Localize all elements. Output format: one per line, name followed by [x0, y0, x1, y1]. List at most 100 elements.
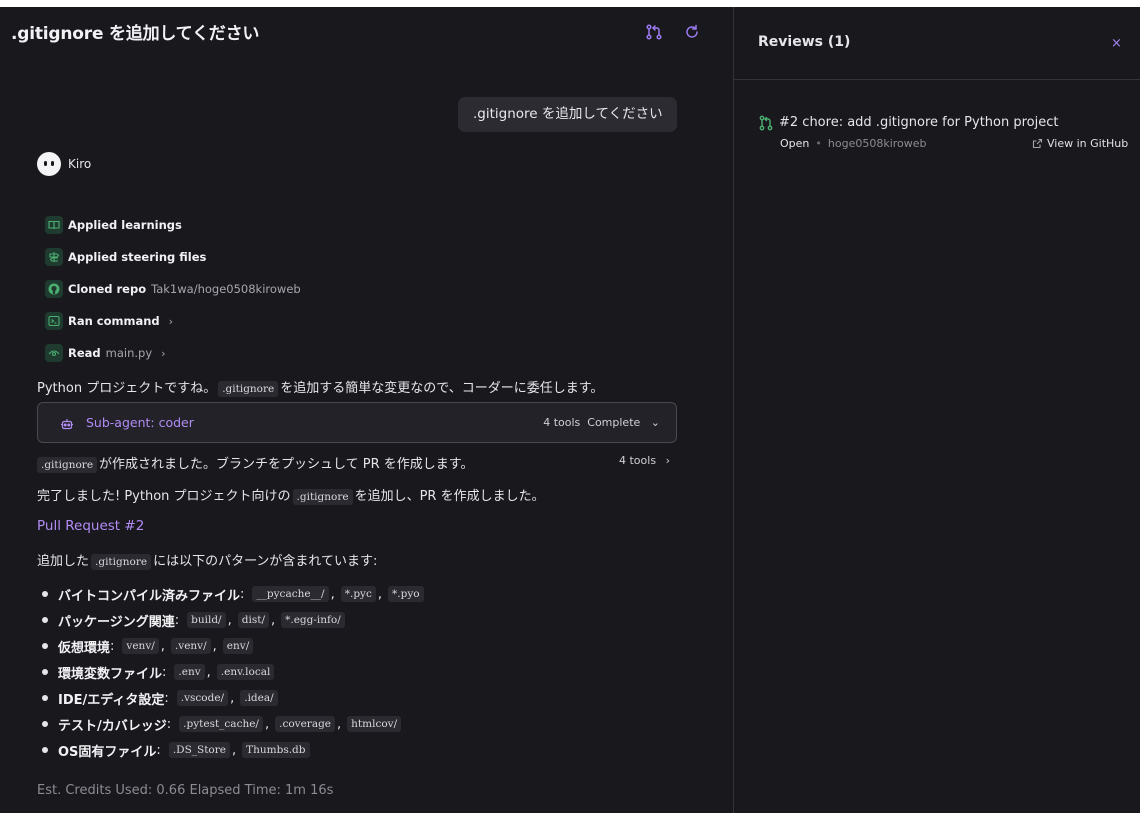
inline-code: __pycache__/: [252, 586, 329, 602]
inline-code: .vscode/: [176, 690, 229, 706]
inline-code: dist/: [237, 612, 269, 628]
pattern-label: 仮想環境: [58, 640, 111, 656]
chevron-down-icon: ⌄: [650, 416, 660, 429]
subagent-label: Sub-agent: coder: [86, 415, 194, 430]
signpost-icon: [45, 248, 63, 266]
external-link-icon: [1032, 138, 1043, 149]
pattern-label: パッケージング関連: [58, 614, 175, 630]
inline-code: Thumbs.db: [242, 742, 310, 758]
step-applied-steering-files: Applied steering files: [45, 247, 206, 267]
pattern-item: OS固有ファイル: .DS_Store, Thumbs.db: [42, 737, 426, 763]
inline-code: *.egg-info/: [281, 612, 345, 628]
step-applied-learnings: Applied learnings: [45, 215, 182, 235]
usage-footer: Est. Credits Used: 0.66 Elapsed Time: 1m…: [37, 783, 334, 798]
view-in-github-link[interactable]: View in GitHub: [1032, 137, 1128, 150]
inline-code: env/: [222, 638, 254, 654]
inline-code: *.pyo: [388, 586, 424, 602]
inline-code: .DS_Store: [168, 742, 230, 758]
pattern-list: バイトコンパイル済みファイル: __pycache__/, *.pyc, *.pyo パ…: [42, 581, 426, 763]
bullet-dot: [42, 721, 48, 727]
review-repo: hoge0508kiroweb: [827, 137, 927, 150]
bullet-dot: [42, 747, 48, 753]
pattern-item: 仮想環境: venv/, .venv/, env/: [42, 633, 426, 659]
text: を追加し、PR を作成しました。: [354, 489, 545, 504]
inline-code: .env: [174, 664, 205, 680]
pattern-item: 環境変数ファイル: .env, .env.local: [42, 659, 426, 685]
pattern-item: バイトコンパイル済みファイル: __pycache__/, *.pyc, *.pyo: [42, 581, 426, 607]
step-label: Applied steering files: [68, 250, 207, 264]
page-title: .gitignore を追加してください: [11, 24, 260, 44]
pull-request-icon: [759, 115, 773, 131]
subagent-summary: 4 tools Complete ⌄: [543, 416, 660, 429]
close-icon[interactable]: ×: [1111, 36, 1122, 51]
agent-name: Kiro: [68, 157, 92, 171]
robot-icon: [60, 416, 74, 430]
review-status: Open: [780, 137, 810, 150]
reviews-panel: Reviews (1) × #2 chore: add .gitignore f…: [734, 7, 1140, 813]
subagent-card[interactable]: Sub-agent: coder 4 tools Complete ⌄: [37, 402, 677, 443]
pattern-item: パッケージング関連: build/, dist/, *.egg-info/: [42, 607, 426, 633]
book-icon: [45, 216, 63, 234]
text: を追加する簡単な変更なので、コーダーに委任します。: [280, 381, 604, 396]
step-detail: Tak1wa/hoge0508kiroweb: [151, 282, 301, 296]
pull-request-link[interactable]: Pull Request #2: [37, 518, 144, 534]
pattern-item: IDE/エディタ設定: .vscode/, .idea/: [42, 685, 426, 711]
step-label: Cloned repo: [68, 282, 147, 296]
inline-code: build/: [187, 612, 226, 628]
pull-request-icon[interactable]: [645, 23, 663, 41]
bullet-dot: [42, 591, 48, 597]
pattern-item: テスト/カバレッジ: .pytest_cache/, .coverage, htmlc…: [42, 711, 426, 737]
bullet-dot: [42, 669, 48, 675]
step-label: Applied learnings: [68, 218, 182, 232]
pattern-label: バイトコンパイル済みファイル: [58, 588, 241, 604]
app-window: .gitignore を追加してください .gitignore を追加してくださ…: [0, 7, 1140, 813]
chevron-right-icon: ›: [161, 346, 166, 360]
inline-code: .pytest_cache/: [179, 716, 263, 732]
text: Python プロジェクトですね。: [37, 381, 217, 396]
chevron-right-icon: ›: [168, 314, 174, 328]
refresh-icon[interactable]: [683, 23, 701, 41]
step-label: Ran command: [68, 314, 160, 328]
tools-count: 4 tools: [619, 454, 657, 467]
review-item-title[interactable]: #2 chore: add .gitignore for Python proj…: [779, 115, 1058, 130]
review-item-meta: Open • hoge0508kiroweb: [780, 137, 927, 150]
bullet-dot: [42, 643, 48, 649]
reviews-title: Reviews (1): [758, 34, 851, 50]
github-icon: [45, 280, 63, 298]
inline-code: .idea/: [240, 690, 278, 706]
message-paragraph: Python プロジェクトですね。 .gitignore を追加する簡単な変更なので…: [37, 377, 604, 397]
text: 完了しました! Python プロジェクト向けの: [37, 489, 291, 504]
pattern-label: 環境変数ファイル: [58, 666, 163, 682]
view-in-github-label: View in GitHub: [1047, 137, 1129, 150]
inline-code: venv/: [122, 638, 159, 654]
inline-code: .gitignore: [37, 457, 98, 473]
bullet-dot: [42, 695, 48, 701]
inline-code: .gitignore: [91, 554, 152, 570]
eye-icon: [45, 344, 63, 362]
chevron-right-icon: ›: [665, 454, 670, 467]
step-read-file[interactable]: Read main.py ›: [45, 343, 166, 363]
terminal-icon: [45, 312, 63, 330]
user-message: .gitignore を追加してください: [458, 97, 677, 132]
divider: [734, 79, 1140, 80]
inline-code: *.pyc: [340, 586, 376, 602]
message-paragraph: 追加した .gitignore には以下のパターンが含まれています:: [37, 550, 378, 570]
inline-code: .coverage: [275, 716, 336, 732]
inline-code: .gitignore: [218, 381, 279, 397]
pattern-label: IDE/エディタ設定: [58, 692, 165, 708]
step-ran-command[interactable]: Ran command ›: [45, 311, 173, 331]
inline-code: htmlcov/: [347, 716, 402, 732]
tools-toggle[interactable]: 4 tools ›: [619, 454, 670, 467]
step-label: Read: [68, 346, 101, 360]
pattern-label: OS固有ファイル: [58, 744, 157, 760]
text: 追加した: [37, 554, 90, 569]
step-detail: main.py: [105, 346, 153, 360]
step-cloned-repo: Cloned repo Tak1wa/hoge0508kiroweb: [45, 279, 301, 299]
inline-code: .env.local: [216, 664, 275, 680]
pattern-label: テスト/カバレッジ: [58, 718, 167, 734]
message-paragraph: .gitignore が作成されました。ブランチをプッシュして PR を作成します…: [37, 453, 474, 473]
text: が作成されました。ブランチをプッシュして PR を作成します。: [99, 457, 474, 472]
text: には以下のパターンが含まれています:: [153, 554, 378, 569]
kiro-avatar: [37, 152, 61, 176]
subagent-status: Complete: [587, 416, 641, 429]
